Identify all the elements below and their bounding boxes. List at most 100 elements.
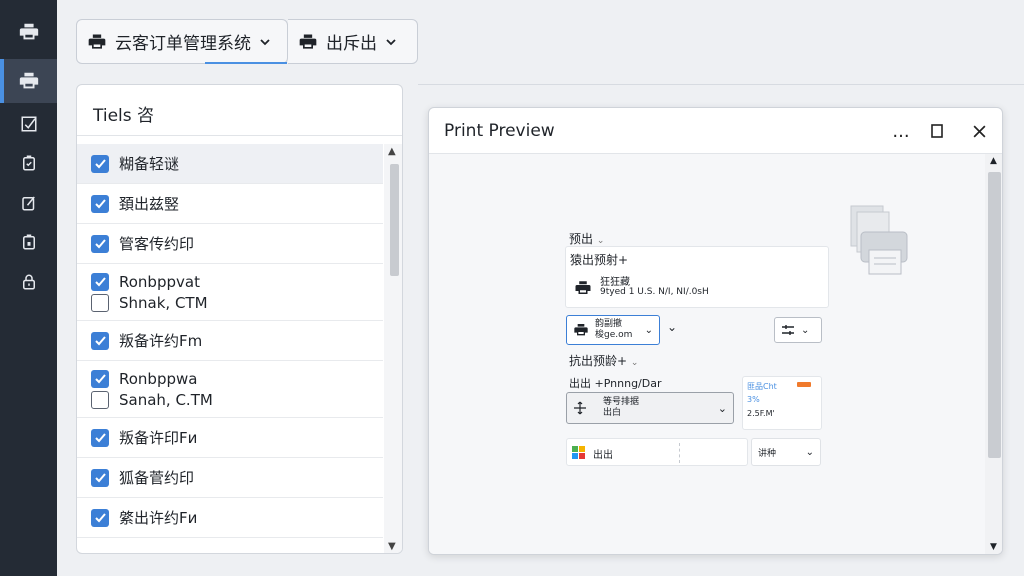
rail-item-lock[interactable] bbox=[0, 262, 57, 302]
list-item[interactable]: 狐备菅约印 bbox=[77, 458, 383, 498]
list-item-label: 綮出许约Fи bbox=[119, 509, 198, 527]
chevron-down-icon[interactable]: ⌄ bbox=[631, 358, 639, 368]
list-item-line[interactable]: 綮出许约Fи bbox=[91, 507, 383, 528]
list-item-line[interactable]: Ronbppvat bbox=[91, 271, 383, 292]
printer-select[interactable]: 韵副撤 梭ge.om ⌄ bbox=[566, 315, 660, 345]
list-item-line[interactable]: 管客传约印 bbox=[91, 233, 383, 254]
output-dropdown-button[interactable]: 出斥出 bbox=[288, 19, 418, 64]
checkbox[interactable] bbox=[91, 468, 109, 487]
setting-select[interactable]: 等号排据 出白 ⌄ bbox=[566, 392, 734, 424]
list-item-label: 叛备许约Fm bbox=[119, 332, 203, 350]
window-title: Print Preview bbox=[444, 121, 555, 141]
list-item[interactable]: 綮出许约Fи bbox=[77, 498, 383, 538]
checkbox[interactable] bbox=[91, 369, 109, 388]
more-button[interactable]: ... bbox=[887, 118, 915, 144]
scroll-down-icon[interactable]: ▼ bbox=[990, 542, 997, 552]
list-item-line[interactable]: 糊备轻谜 bbox=[91, 153, 383, 174]
rail-item-edit[interactable] bbox=[0, 183, 57, 223]
checkbox[interactable] bbox=[91, 154, 109, 173]
chevron-down-icon bbox=[260, 38, 270, 45]
clipboard-lock-icon bbox=[22, 234, 35, 250]
checkbox[interactable] bbox=[91, 272, 109, 291]
list-item-line[interactable]: Shnak, CTM bbox=[91, 292, 383, 313]
clipboard-icon bbox=[22, 155, 35, 171]
list-item[interactable]: 糊备轻谜 bbox=[77, 144, 383, 184]
printer-name: 狂狂藏 bbox=[600, 277, 630, 288]
checkbox[interactable] bbox=[91, 508, 109, 527]
chevron-down-icon[interactable]: ⌄ bbox=[597, 236, 605, 246]
panel-scrollbar[interactable]: ▲ ▼ bbox=[384, 144, 402, 553]
scroll-up-icon[interactable]: ▲ bbox=[388, 146, 396, 157]
setting-label: 出出 +Pnnng/Dar bbox=[569, 377, 662, 390]
printer-icon bbox=[575, 281, 591, 294]
printer-illustration-icon bbox=[850, 205, 908, 275]
list-item-line[interactable]: 狐备菅约印 bbox=[91, 467, 383, 488]
check-icon bbox=[94, 336, 106, 346]
chevron-down-icon bbox=[386, 38, 396, 45]
rail-item-clipboard[interactable] bbox=[0, 143, 57, 183]
bottom-option-card[interactable]: 出出 bbox=[566, 438, 748, 466]
checkbox[interactable] bbox=[91, 293, 109, 312]
setting-select-line1: 等号排据 bbox=[603, 397, 640, 407]
setting-select-line2: 出白 bbox=[603, 408, 622, 418]
rail-item-print-active[interactable] bbox=[0, 59, 57, 103]
options-select[interactable]: ⌄ bbox=[774, 317, 822, 343]
preview-scrollbar[interactable]: ▲ ▼ bbox=[985, 154, 1002, 554]
list-item[interactable]: Ronbppwa Sanah, C.TM bbox=[77, 361, 383, 418]
system-dropdown-button[interactable]: 云客订单管理系统 bbox=[76, 19, 288, 64]
items-panel: Tiels 咨 糊备轻谜 頚出兹竪 管客传约印 Ronbppvat Shnak, CTM… bbox=[76, 84, 403, 554]
list-item-label: Sanah, C.TM bbox=[119, 390, 213, 409]
checkbox[interactable] bbox=[91, 194, 109, 213]
list-item-line[interactable]: 叛备许印Fи bbox=[91, 427, 383, 448]
printer-detail: 9tyed 1 U.S. N/I, NI/.0sH bbox=[600, 287, 709, 297]
active-underline bbox=[205, 62, 287, 64]
list-item[interactable]: Ronbppvat Shnak, CTM bbox=[77, 264, 383, 321]
list-item[interactable]: 叛备许印Fи bbox=[77, 418, 383, 458]
printer-icon bbox=[299, 34, 317, 49]
rail-item-clipboard-lock[interactable] bbox=[0, 222, 57, 262]
close-button[interactable] bbox=[965, 118, 993, 144]
printer-select-line2: 梭ge.om bbox=[595, 330, 633, 340]
list-item-label: Ronbppvat bbox=[119, 272, 200, 291]
list-item-label: 糊备轻谜 bbox=[119, 155, 180, 173]
panel-divider bbox=[77, 135, 402, 136]
printer-icon bbox=[88, 34, 106, 49]
list-item[interactable]: 叛备许约Fm bbox=[77, 321, 383, 361]
chevron-down-icon[interactable]: ⌄ bbox=[667, 320, 677, 334]
list-item-line[interactable]: Ronbppwa bbox=[91, 368, 383, 389]
scroll-up-icon[interactable]: ▲ bbox=[990, 156, 997, 166]
list-item-label: 管客传约印 bbox=[119, 235, 195, 253]
list-item-line[interactable]: 頚出兹竪 bbox=[91, 193, 383, 214]
scroll-down-icon[interactable]: ▼ bbox=[388, 541, 396, 552]
output-dropdown-label: 出斥出 bbox=[326, 34, 377, 54]
checkbox[interactable] bbox=[91, 234, 109, 253]
checkbox[interactable] bbox=[91, 331, 109, 350]
side-line1: 匪品Cht bbox=[747, 382, 777, 391]
list-item[interactable]: 頚出兹竪 bbox=[77, 184, 383, 224]
check-icon bbox=[94, 473, 106, 483]
maximize-button[interactable] bbox=[923, 118, 951, 144]
side-info-card: 匪品Cht 3% 2.5F.M' bbox=[742, 376, 822, 430]
left-rail bbox=[0, 0, 57, 576]
scroll-thumb[interactable] bbox=[390, 164, 399, 276]
edit-icon bbox=[21, 196, 35, 211]
printer-card[interactable]: 猿出预射+ 狂狂藏 9tyed 1 U.S. N/I, NI/.0sH bbox=[565, 246, 829, 308]
print-preview-window: Print Preview ... 预出 ⌄ 猿出预射+ 狂狂藏 9tyed 1… bbox=[428, 107, 1003, 555]
section1-label: 预出 bbox=[569, 232, 594, 246]
check-icon bbox=[94, 199, 106, 209]
list-item-label: 狐备菅约印 bbox=[119, 469, 195, 487]
list-item-line[interactable]: 叛备许约Fm bbox=[91, 330, 383, 351]
list-item[interactable]: 管客传约印 bbox=[77, 224, 383, 264]
lock-icon bbox=[22, 274, 35, 290]
bottom-label: 出出 bbox=[593, 450, 613, 461]
rail-item-check[interactable] bbox=[0, 104, 57, 144]
preview-scroll-thumb[interactable] bbox=[988, 172, 1001, 458]
chevron-down-icon: ⌄ bbox=[644, 324, 653, 336]
rail-item-print[interactable] bbox=[0, 12, 57, 52]
list-item-line[interactable]: Sanah, C.TM bbox=[91, 389, 383, 410]
checkbox[interactable] bbox=[91, 428, 109, 447]
close-icon bbox=[973, 125, 985, 137]
bottom-select-label: 讲种 bbox=[758, 448, 777, 459]
checkbox[interactable] bbox=[91, 390, 109, 409]
bottom-select[interactable]: 讲种 ⌄ bbox=[751, 438, 821, 466]
